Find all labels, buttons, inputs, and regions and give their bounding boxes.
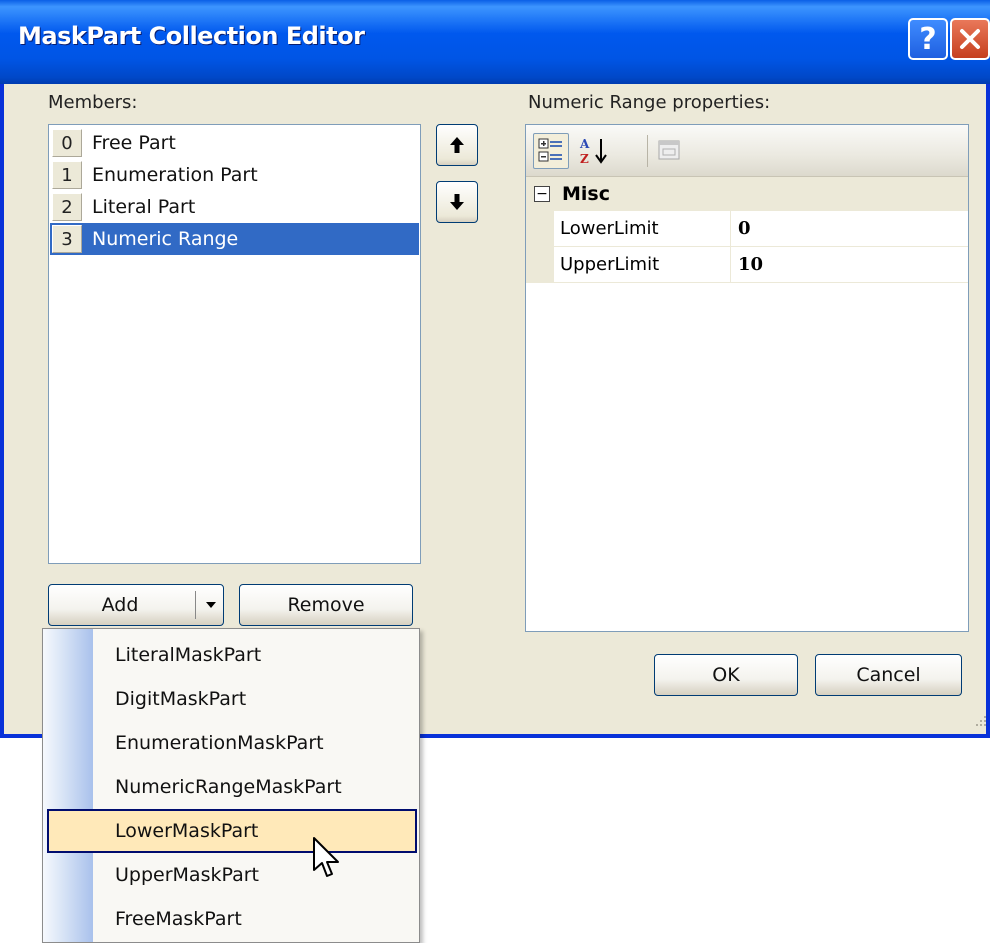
category-name: Misc xyxy=(562,183,610,205)
alphabetical-icon: A Z xyxy=(579,137,607,166)
add-button-label: Add xyxy=(101,594,139,616)
list-item-literal-part[interactable]: 2 Literal Part xyxy=(50,191,419,223)
members-list[interactable]: 0 Free Part 1 Enumeration Part 2 Literal… xyxy=(48,124,421,564)
arrow-down-icon xyxy=(450,194,464,210)
menu-item-label: EnumerationMaskPart xyxy=(115,732,324,754)
property-row-upperlimit[interactable]: UpperLimit 10 xyxy=(526,247,968,283)
category-misc[interactable]: − Misc xyxy=(526,177,968,211)
menu-item-label: DigitMaskPart xyxy=(115,688,247,710)
help-button[interactable]: ? xyxy=(908,18,948,60)
member-name: Numeric Range xyxy=(92,228,239,250)
menu-item-literalmaskpart[interactable]: LiteralMaskPart xyxy=(43,633,419,677)
collapse-icon[interactable]: − xyxy=(534,186,550,202)
ok-button[interactable]: OK xyxy=(654,654,798,696)
menu-item-uppermaskpart[interactable]: UpperMaskPart xyxy=(43,853,419,897)
list-item-free-part[interactable]: 0 Free Part xyxy=(50,127,419,159)
row-gutter xyxy=(526,211,554,247)
resize-grip-icon[interactable] xyxy=(972,712,988,728)
svg-text:A: A xyxy=(579,137,590,151)
member-index: 2 xyxy=(52,193,82,221)
split-divider xyxy=(195,591,196,619)
menu-item-label: LowerMaskPart xyxy=(115,820,259,842)
add-dropdown-menu: LiteralMaskPart DigitMaskPart Enumeratio… xyxy=(42,628,420,943)
menu-item-digitmaskpart[interactable]: DigitMaskPart xyxy=(43,677,419,721)
close-button[interactable] xyxy=(950,18,990,60)
arrow-up-icon xyxy=(450,137,464,153)
mouse-pointer-icon xyxy=(313,837,339,877)
member-index: 0 xyxy=(52,129,82,157)
property-pages-button[interactable] xyxy=(652,133,688,169)
title-bar[interactable]: MaskPart Collection Editor ? xyxy=(0,0,990,84)
toolbar-separator xyxy=(647,135,648,167)
dropdown-arrow-icon[interactable] xyxy=(203,597,219,613)
menu-item-freemaskpart[interactable]: FreeMaskPart xyxy=(43,897,419,941)
property-pages-icon xyxy=(658,140,680,160)
property-grid[interactable]: A Z − Misc LowerLimit 0 UpperLimit 10 xyxy=(525,124,969,632)
list-item-enumeration-part[interactable]: 1 Enumeration Part xyxy=(50,159,419,191)
window-title: MaskPart Collection Editor xyxy=(18,22,365,50)
property-value[interactable]: 0 xyxy=(731,211,968,247)
svg-text:Z: Z xyxy=(580,152,589,166)
property-name: LowerLimit xyxy=(554,211,731,247)
menu-item-lowermaskpart[interactable]: LowerMaskPart xyxy=(47,809,417,853)
menu-item-label: UpperMaskPart xyxy=(115,864,259,886)
menu-item-enumerationmaskpart[interactable]: EnumerationMaskPart xyxy=(43,721,419,765)
menu-item-label: NumericRangeMaskPart xyxy=(115,776,342,798)
properties-label: Numeric Range properties: xyxy=(528,92,771,113)
remove-button[interactable]: Remove xyxy=(239,584,413,626)
move-up-button[interactable] xyxy=(436,124,478,166)
property-row-lowerlimit[interactable]: LowerLimit 0 xyxy=(526,211,968,247)
list-item-numeric-range[interactable]: 3 Numeric Range xyxy=(50,223,419,255)
member-index: 3 xyxy=(52,225,82,253)
menu-item-numericrangemaskpart[interactable]: NumericRangeMaskPart xyxy=(43,765,419,809)
member-name: Enumeration Part xyxy=(92,164,258,186)
move-down-button[interactable] xyxy=(436,181,478,223)
row-gutter xyxy=(526,247,554,283)
member-name: Free Part xyxy=(92,132,176,154)
property-value[interactable]: 10 xyxy=(731,247,968,283)
property-grid-toolbar: A Z xyxy=(526,125,968,177)
close-icon xyxy=(960,29,980,49)
property-name: UpperLimit xyxy=(554,247,731,283)
add-split-button[interactable]: Add xyxy=(48,584,224,626)
cancel-button[interactable]: Cancel xyxy=(815,654,962,696)
menu-item-label: FreeMaskPart xyxy=(115,908,242,930)
categorized-icon xyxy=(538,138,562,162)
categorized-button[interactable] xyxy=(533,133,569,169)
member-name: Literal Part xyxy=(92,196,196,218)
help-icon: ? xyxy=(919,21,937,57)
alphabetical-button[interactable]: A Z xyxy=(577,133,613,169)
members-label: Members: xyxy=(48,92,138,113)
menu-item-label: LiteralMaskPart xyxy=(115,644,262,666)
member-index: 1 xyxy=(52,161,82,189)
